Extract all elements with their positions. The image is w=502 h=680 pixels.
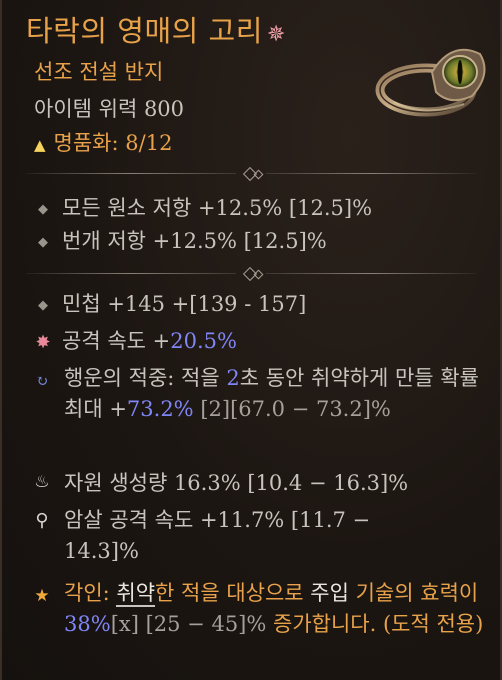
implicit-row: ◆ 번개 저항 +12.5% [12.5]% <box>34 225 327 255</box>
diamond-bullet-icon: ◆ <box>38 235 48 250</box>
diamond-bullet-icon: ◆ <box>38 202 48 217</box>
burst-icon: ✸ <box>35 332 51 353</box>
affix-agility: ◆ 민첩 +145 +[139 - 157] <box>34 288 306 318</box>
affix-resource: 자원 생성량 16.3% [10.4 − 16.3]% <box>64 471 409 495</box>
affix-imbue-speed: 암살 공격 속도 +11.7% [11.7 − 14.3]% <box>64 508 371 563</box>
ring-image <box>375 48 486 117</box>
swirl-icon: ↻ <box>35 372 49 390</box>
diamond-bullet-icon: ◆ <box>38 298 48 313</box>
flame-icon: ♨ <box>34 472 50 492</box>
gem-icon: ✵ <box>266 22 286 47</box>
implicit-row: ◆ 모든 원소 저항 +12.5% [12.5]% <box>34 192 372 222</box>
item-tooltip: 타락의 영매의 고리 ✵ 선조 전설 반지 아이템 위력 800 ▲ 명품화: 8/… <box>0 0 502 680</box>
affix-lucky-hit: 행운의 적중: 적을 2초 동안 취약하게 만들 확률 최대 +73.2% [2… <box>64 366 479 421</box>
star-icon: ★ <box>34 586 50 606</box>
dagger-icon: ⚲ <box>35 510 49 531</box>
divider-top <box>26 166 476 182</box>
masterwork-row: ▲ 명품화: 8/12 <box>34 131 173 155</box>
divider-mid <box>26 266 476 282</box>
affix-attack-speed: ✸ 공격 속도 +20.5% <box>35 329 237 353</box>
item-name: 타락의 영매의 고리 ✵ <box>26 14 286 48</box>
item-power: 아이템 위력 800 <box>34 97 185 121</box>
triangle-icon: ▲ <box>34 136 46 154</box>
item-type: 선조 전설 반지 <box>34 60 164 84</box>
aspect-text: 각인: 취약한 적을 대상으로 주입 기술의 효력이 38%[x] [25 − … <box>64 581 484 636</box>
